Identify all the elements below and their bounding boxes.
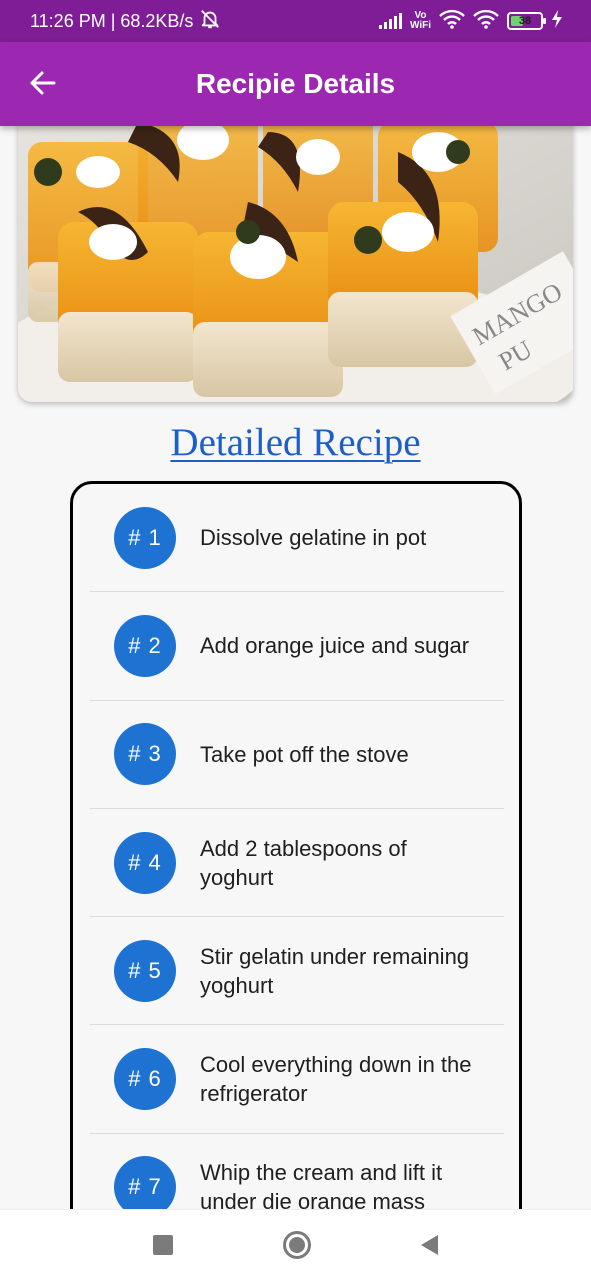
step-number-badge: # 6 — [114, 1048, 176, 1111]
status-time: 11:26 PM | 68.2KB/s — [30, 10, 194, 31]
step-text: Add orange juice and sugar — [200, 633, 470, 659]
vowifi-line2: WiFi — [409, 20, 431, 31]
step-number-badge: # 3 — [114, 723, 176, 786]
status-bar: 11:26 PM | 68.2KB/s Vo WiFi 38 — [0, 0, 591, 42]
step-number-badge: # 2 — [114, 614, 176, 677]
detailed-recipe-heading[interactable]: Detailed Recipe — [0, 420, 591, 465]
recipe-hero-image: MANGO PU — [18, 112, 573, 402]
system-nav-bar — [0, 1209, 591, 1280]
step-row[interactable]: # 2 Add orange juice and sugar — [90, 592, 504, 701]
step-number-badge: # 5 — [114, 939, 176, 1002]
battery-level: 38 — [518, 15, 532, 27]
recipe-details-screen: 11:26 PM | 68.2KB/s Vo WiFi 38 Recipie D… — [0, 0, 591, 1280]
back-button[interactable] — [26, 66, 60, 100]
wifi-icon — [473, 9, 499, 34]
recents-square-icon[interactable] — [153, 1235, 173, 1255]
step-text: Add 2 tablespoons of yoghurt — [200, 835, 407, 890]
back-triangle-icon[interactable] — [421, 1235, 438, 1255]
step-text: Dissolve gelatine in pot — [200, 525, 427, 551]
app-bar: Recipie Details — [0, 42, 591, 126]
status-right: Vo WiFi 38 — [378, 9, 563, 34]
battery-icon: 38 — [507, 12, 546, 30]
vowifi-icon: Vo WiFi — [410, 11, 431, 31]
step-text: Stir gelatin under remaining yoghurt — [200, 943, 470, 998]
home-circle-icon[interactable] — [283, 1231, 311, 1259]
charging-icon — [551, 9, 563, 33]
step-number-badge: # 1 — [114, 506, 176, 569]
signal-icon — [378, 13, 402, 29]
status-left: 11:26 PM | 68.2KB/s — [30, 8, 221, 35]
wifi-icon — [439, 9, 465, 34]
step-row[interactable]: # 4 Add 2 tablespoons of yoghurt — [90, 809, 504, 918]
step-text: Whip the cream and lift it under die ora… — [200, 1160, 443, 1215]
step-row[interactable]: # 1 Dissolve gelatine in pot — [90, 484, 504, 593]
arrow-left-icon — [30, 71, 56, 95]
steps-list: # 1 Dissolve gelatine in pot # 2 Add ora… — [90, 484, 504, 1243]
mute-bell-icon — [199, 8, 221, 35]
steps-card: # 1 Dissolve gelatine in pot # 2 Add ora… — [70, 481, 522, 1280]
step-text: Take pot off the stove — [200, 741, 409, 767]
step-number-badge: # 4 — [114, 831, 176, 894]
step-row[interactable]: # 6 Cool everything down in the refriger… — [90, 1025, 504, 1134]
step-text: Cool everything down in the refrigerator — [200, 1052, 472, 1107]
step-row[interactable]: # 3 Take pot off the stove — [90, 701, 504, 809]
step-row[interactable]: # 5 Stir gelatin under remaining yoghurt — [90, 917, 504, 1026]
page-title: Recipie Details — [195, 68, 396, 99]
